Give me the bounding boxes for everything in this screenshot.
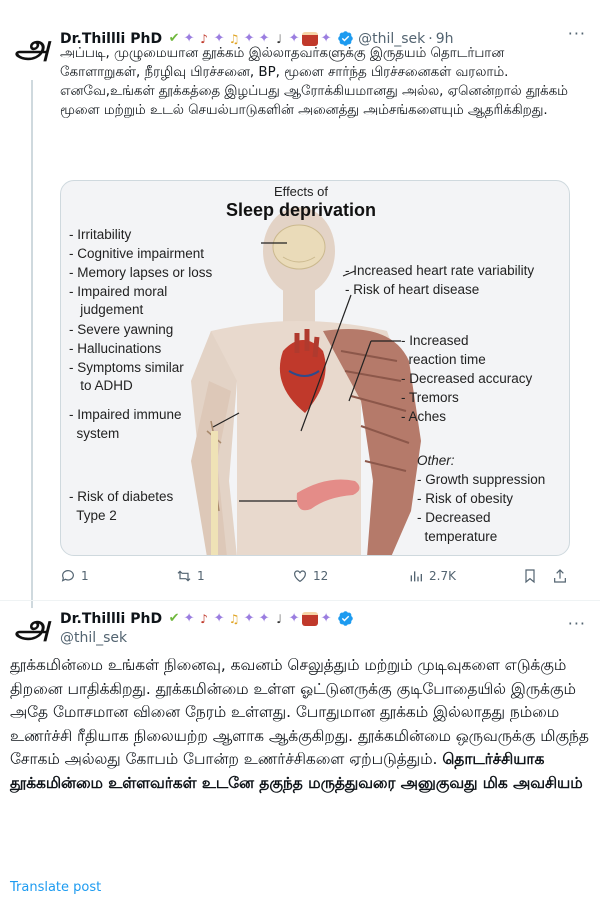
bookmark-button[interactable] — [522, 568, 538, 584]
views-button[interactable]: 2.7K — [408, 568, 456, 584]
figure-label: - Tremors — [401, 390, 459, 405]
brain-effects-list: - Irritability - Cognitive impairment - … — [69, 227, 213, 393]
figure-title-small: Effects of — [274, 184, 328, 199]
sparkle-icon: ✦ — [243, 610, 255, 626]
name-emojis: ✔ ✦ ♪ ✦ ♫ ✦ ✦ ♩ ✦ ✦ — [167, 610, 333, 626]
figure-label: - Memory lapses or loss — [69, 265, 213, 280]
verified-badge-icon — [338, 611, 353, 626]
figure-label: - Impaired immune — [69, 407, 182, 422]
share-button[interactable] — [552, 568, 568, 584]
bookmark-icon — [525, 569, 535, 584]
diabetes-effects-list: - Risk of diabetes Type 2 — [69, 489, 174, 523]
post-actions: 1 1 12 2.7K — [60, 568, 575, 590]
figure-label: - Impaired moral — [69, 284, 167, 299]
repost-count: 1 — [197, 569, 205, 583]
figure-label: - Cognitive impairment — [69, 246, 204, 261]
microphone-icon: ♩ — [276, 611, 282, 626]
repost-icon — [177, 570, 191, 582]
reply-count: 1 — [81, 569, 89, 583]
figure-label: - Increased heart rate variability — [345, 263, 534, 278]
reply-icon — [61, 570, 74, 582]
post-handle-row: @thil_sek — [60, 630, 127, 646]
figure-label: - Symptoms similar — [69, 360, 184, 375]
heart-effects-list: - Increased heart rate variability - Ris… — [345, 263, 534, 297]
sparkle-icon: ✦ — [258, 610, 270, 626]
body-illustration — [191, 207, 421, 555]
sparkle-icon: ✦ — [320, 610, 332, 626]
sparkle-icon: ✦ — [213, 610, 225, 626]
author-name[interactable]: Dr.Thillli PhD — [60, 611, 162, 627]
post-text: தூக்கமின்மை உங்கள் நினைவு, கவனம் செலுத்த… — [10, 654, 590, 795]
views-icon — [410, 571, 422, 582]
sleep-deprivation-infographic: Effects of Sleep deprivation - Irritabil… — [69, 184, 545, 555]
sparkle-icon: ✦ — [183, 610, 195, 626]
figure-label: - Risk of heart disease — [345, 282, 479, 297]
more-options-icon[interactable]: ··· — [568, 24, 586, 43]
figure-label: system — [69, 426, 119, 441]
thread-connector — [31, 80, 33, 620]
avatar[interactable]: அ — [12, 607, 52, 648]
guitar-icon: ♪ — [200, 611, 208, 626]
figure-title: Sleep deprivation — [226, 200, 376, 220]
figure-label: - Risk of obesity — [417, 491, 513, 506]
author-handle[interactable]: @thil_sek — [60, 630, 127, 646]
figure-label: - Decreased accuracy — [401, 371, 533, 386]
figure-label: temperature — [417, 529, 497, 544]
figure-label: - Growth suppression — [417, 472, 545, 487]
figure-label: - Aches — [401, 409, 446, 424]
figure-label: Other: — [417, 453, 455, 468]
repost-button[interactable]: 1 — [176, 568, 205, 584]
figure-label: Type 2 — [69, 508, 117, 523]
avatar[interactable]: அ — [12, 27, 52, 68]
post-header: Dr.Thillli PhD ✔ ✦ ♪ ✦ ♫ ✦ ✦ ♩ ✦ ✦ — [60, 610, 354, 627]
post-image[interactable]: Effects of Sleep deprivation - Irritabil… — [60, 180, 570, 556]
saxophone-icon: ♫ — [228, 611, 240, 626]
like-button[interactable]: 12 — [292, 568, 328, 584]
figure-label: - Decreased — [417, 510, 491, 525]
views-count: 2.7K — [429, 569, 456, 583]
figure-label: - Severe yawning — [69, 322, 173, 337]
figure-label: reaction time — [401, 352, 486, 367]
more-options-icon[interactable]: ··· — [568, 614, 586, 633]
figure-label: - Increased — [401, 333, 469, 348]
post-text: அப்படி, முழுமையான தூக்கம் இல்லாதவர்களுக்… — [60, 46, 568, 118]
like-count: 12 — [313, 569, 329, 583]
post-2[interactable]: அ Dr.Thillli PhD ✔ ✦ ♪ ✦ ♫ ✦ ✦ ♩ ✦ ✦ @th… — [0, 600, 600, 909]
reply-button[interactable]: 1 — [60, 568, 89, 584]
figure-label: to ADHD — [69, 378, 133, 393]
muscle-effects-list: - Increased reaction time - Decreased ac… — [401, 333, 533, 424]
check-icon: ✔ — [168, 610, 180, 626]
figure-label: - Risk of diabetes — [69, 489, 174, 504]
other-effects-list: Other: - Growth suppression - Risk of ob… — [417, 453, 545, 544]
translate-post-link[interactable]: Translate post — [10, 880, 101, 895]
share-icon — [554, 569, 566, 583]
figure-label: - Irritability — [69, 227, 132, 242]
drum-icon — [302, 611, 319, 626]
sparkle-icon: ✦ — [288, 610, 300, 626]
figure-label: - Hallucinations — [69, 341, 162, 356]
immune-effects-list: - Impaired immune system — [69, 407, 182, 441]
heart-icon — [294, 570, 306, 583]
figure-label: judgement — [69, 302, 144, 317]
post-1[interactable]: அ Dr.Thillli PhD ✔ ✦ ♪ ✦ ♫ ✦ ✦ ♩ ✦ ✦ @th… — [0, 22, 600, 620]
